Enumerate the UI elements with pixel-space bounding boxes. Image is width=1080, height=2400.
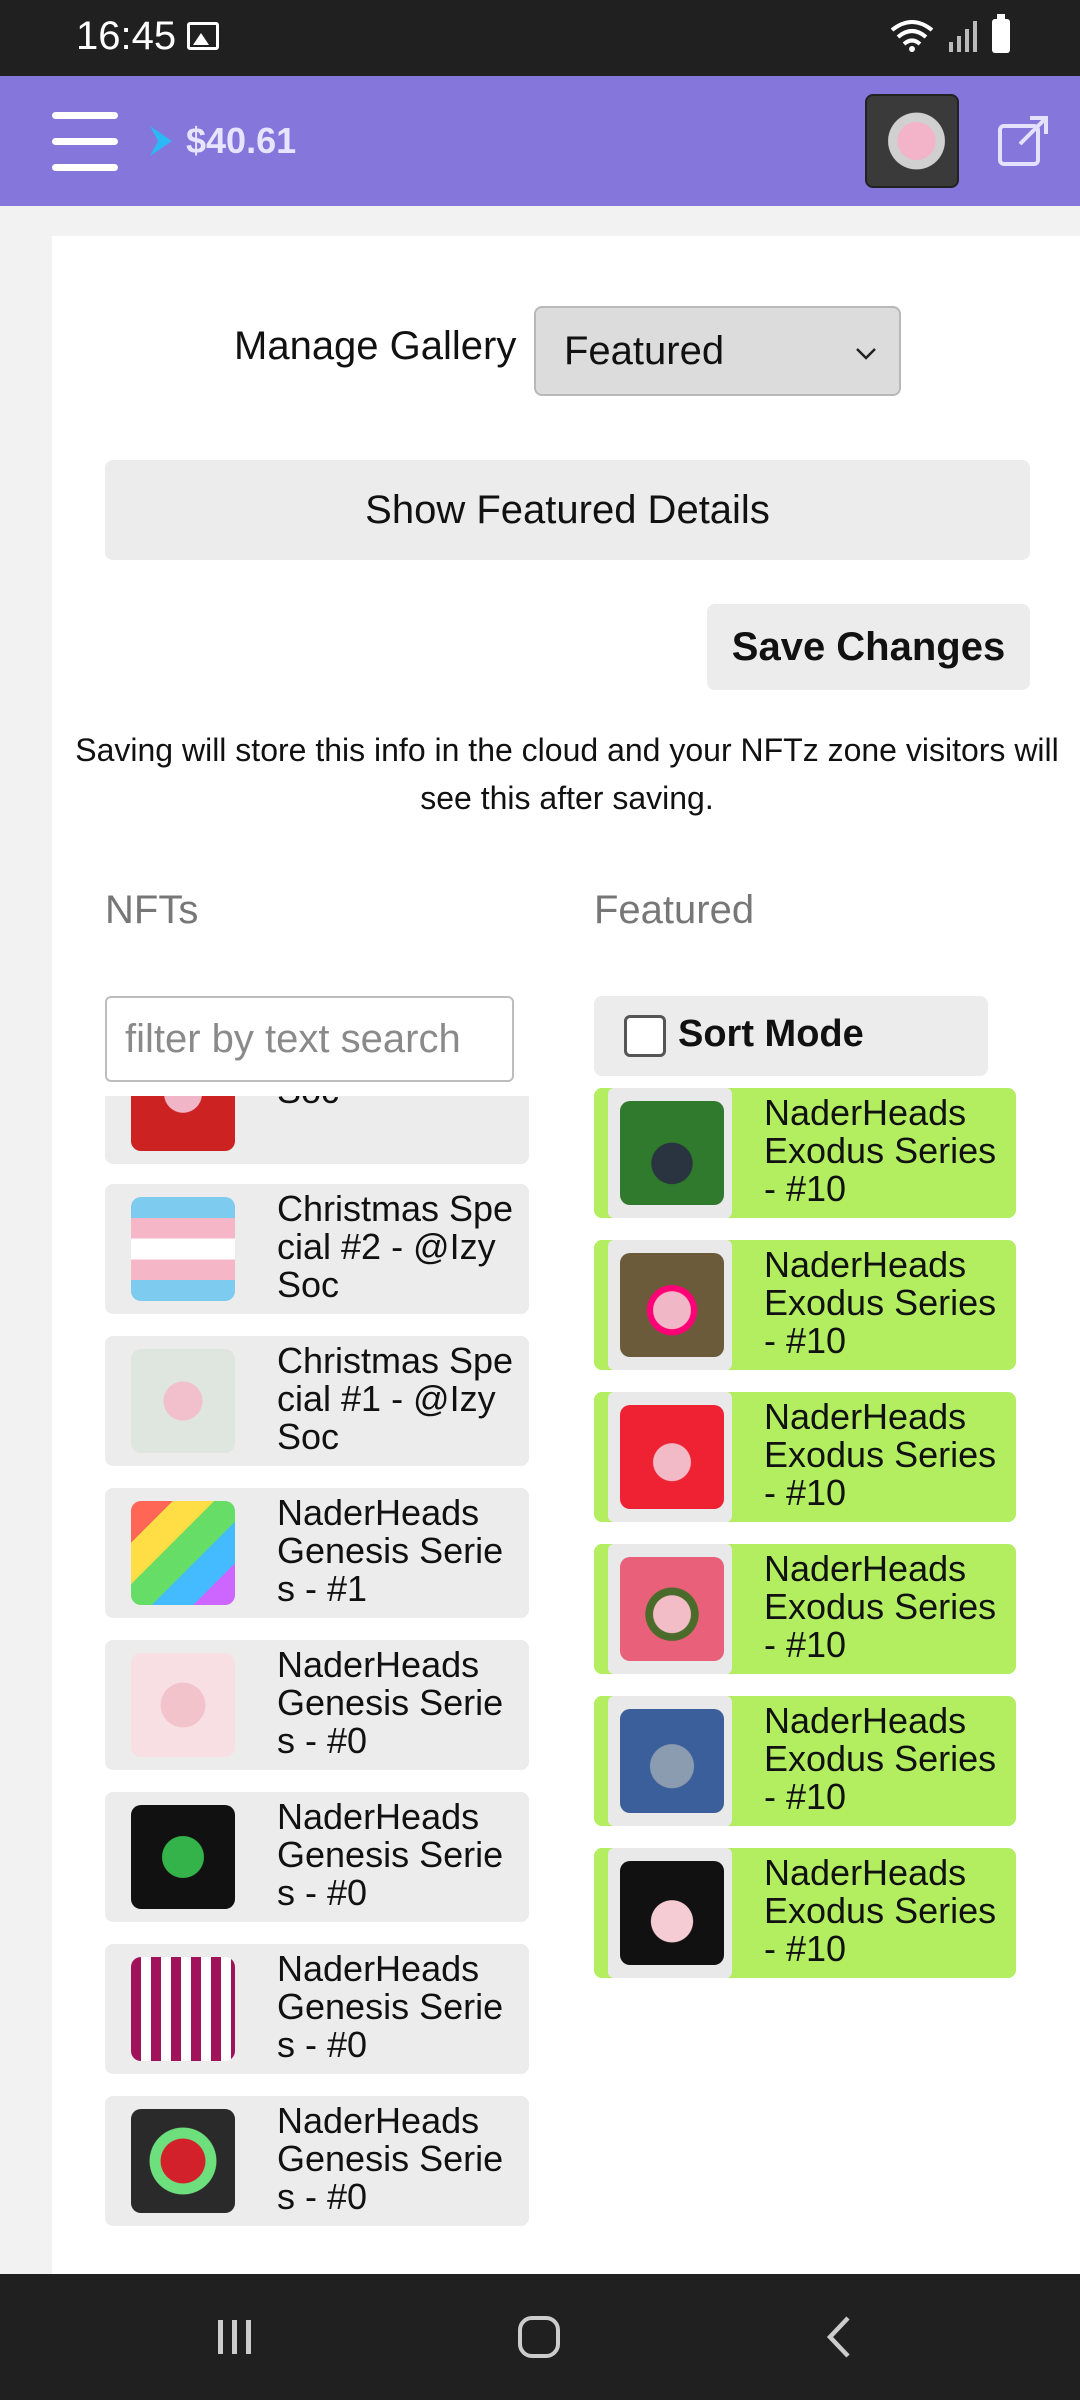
featured-label: NaderHeads Exodus Series - #10: [764, 1548, 997, 1665]
drag-handle[interactable]: [608, 1696, 732, 1826]
nft-label: NaderHeads Genesis Series - #0: [277, 1644, 504, 1761]
nft-thumbnail: [131, 1653, 235, 1757]
recent-apps-icon[interactable]: [210, 2312, 260, 2362]
featured-thumbnail: [620, 1557, 724, 1661]
list-item[interactable]: NaderHeads Genesis Series - #0: [105, 1640, 529, 1770]
home-icon[interactable]: [514, 2312, 564, 2362]
nfts-heading: NFTs: [105, 888, 199, 932]
nft-thumbnail: [131, 2109, 235, 2213]
featured-item[interactable]: NaderHeads Exodus Series - #10: [594, 1544, 1016, 1674]
featured-thumbnail: [620, 1861, 724, 1965]
featured-label: NaderHeads Exodus Series - #10: [764, 1092, 997, 1209]
app-header: $40.61: [0, 76, 1080, 206]
featured-thumbnail: [620, 1101, 724, 1205]
featured-item[interactable]: NaderHeads Exodus Series - #10: [594, 1240, 1016, 1370]
nft-label: Christmas Special #2 - @IzySoc: [277, 1188, 514, 1305]
nft-thumbnail: [131, 1349, 235, 1453]
nft-thumbnail: [131, 1197, 235, 1301]
back-icon[interactable]: [816, 2312, 866, 2362]
external-link-icon[interactable]: [996, 112, 1052, 168]
save-changes-button[interactable]: Save Changes: [707, 604, 1030, 690]
featured-label: NaderHeads Exodus Series - #10: [764, 1852, 997, 1969]
balance-amount: $40.61: [186, 120, 297, 161]
signal-icon: [949, 21, 977, 52]
drag-handle[interactable]: [608, 1544, 732, 1674]
drag-handle[interactable]: [608, 1392, 732, 1522]
list-item[interactable]: ecial #3 - @IzySoc: [105, 1096, 529, 1164]
sort-mode-label: Sort Mode: [678, 1013, 864, 1055]
sort-mode-toggle[interactable]: Sort Mode: [594, 996, 988, 1076]
manage-gallery-label: Manage Gallery: [234, 324, 517, 368]
featured-label: NaderHeads Exodus Series - #10: [764, 1244, 997, 1361]
featured-thumbnail: [620, 1709, 724, 1813]
nft-label: NaderHeads Genesis Series - #0: [277, 1796, 504, 1913]
featured-item[interactable]: NaderHeads Exodus Series - #10: [594, 1392, 1016, 1522]
wifi-icon: [890, 20, 934, 52]
featured-heading: Featured: [594, 888, 755, 932]
show-featured-details-button[interactable]: Show Featured Details: [105, 460, 1030, 560]
featured-item[interactable]: NaderHeads Exodus Series - #10: [594, 1088, 1016, 1218]
list-item[interactable]: Christmas Special #1 - @IzySoc: [105, 1336, 529, 1466]
status-icons: [890, 14, 1010, 54]
drag-handle[interactable]: [608, 1848, 732, 1978]
featured-label: NaderHeads Exodus Series - #10: [764, 1700, 997, 1817]
nft-thumbnail: [131, 1501, 235, 1605]
featured-item[interactable]: NaderHeads Exodus Series - #10: [594, 1848, 1016, 1978]
avatar[interactable]: [865, 94, 959, 188]
battery-icon: [992, 14, 1010, 53]
nft-label: Christmas Special #1 - @IzySoc: [277, 1340, 514, 1457]
filter-input[interactable]: [105, 996, 514, 1082]
featured-label: NaderHeads Exodus Series - #10: [764, 1396, 997, 1513]
drag-handle[interactable]: [608, 1088, 732, 1218]
system-nav-bar: [0, 2274, 1080, 2400]
nft-label: NaderHeads Genesis Series - #0: [277, 1948, 504, 2065]
list-item[interactable]: Christmas Special #2 - @IzySoc: [105, 1184, 529, 1314]
chevron-down-icon: [856, 348, 876, 360]
gallery-select[interactable]: Featured: [534, 306, 901, 396]
status-bar: 16:45: [0, 0, 1080, 76]
drag-handle[interactable]: [608, 1240, 732, 1370]
nft-list[interactable]: ecial #3 - @IzySoc Christmas Special #2 …: [105, 1096, 529, 2236]
page-gutter-left: [0, 206, 52, 2274]
sort-mode-checkbox[interactable]: [624, 1015, 666, 1057]
list-item[interactable]: NaderHeads Genesis Series - #1: [105, 1488, 529, 1618]
wallet-balance[interactable]: $40.61: [146, 120, 296, 162]
featured-thumbnail: [620, 1253, 724, 1357]
featured-item[interactable]: NaderHeads Exodus Series - #10: [594, 1696, 1016, 1826]
status-time: 16:45: [76, 14, 177, 58]
nft-label: ecial #3 - @IzySoc: [277, 1096, 517, 1110]
gallery-select-value: Featured: [564, 329, 725, 373]
list-item[interactable]: NaderHeads Genesis Series - #0: [105, 1792, 529, 1922]
nft-label: NaderHeads Genesis Series - #1: [277, 1492, 504, 1609]
manage-gallery-row: Manage Gallery Featured: [0, 306, 1080, 396]
list-item[interactable]: NaderHeads Genesis Series - #0: [105, 2096, 529, 2226]
save-note: Saving will store this info in the cloud…: [75, 732, 1059, 816]
image-notification-icon: [187, 22, 219, 50]
nft-label: NaderHeads Genesis Series - #0: [277, 2100, 504, 2217]
page-gutter-top: [0, 206, 1080, 236]
menu-icon[interactable]: [52, 112, 118, 172]
nft-thumbnail: [131, 1096, 235, 1151]
nft-thumbnail: [131, 1957, 235, 2061]
featured-thumbnail: [620, 1405, 724, 1509]
chevron-right-icon: [150, 126, 172, 156]
list-item[interactable]: NaderHeads Genesis Series - #0: [105, 1944, 529, 2074]
nft-thumbnail: [131, 1805, 235, 1909]
